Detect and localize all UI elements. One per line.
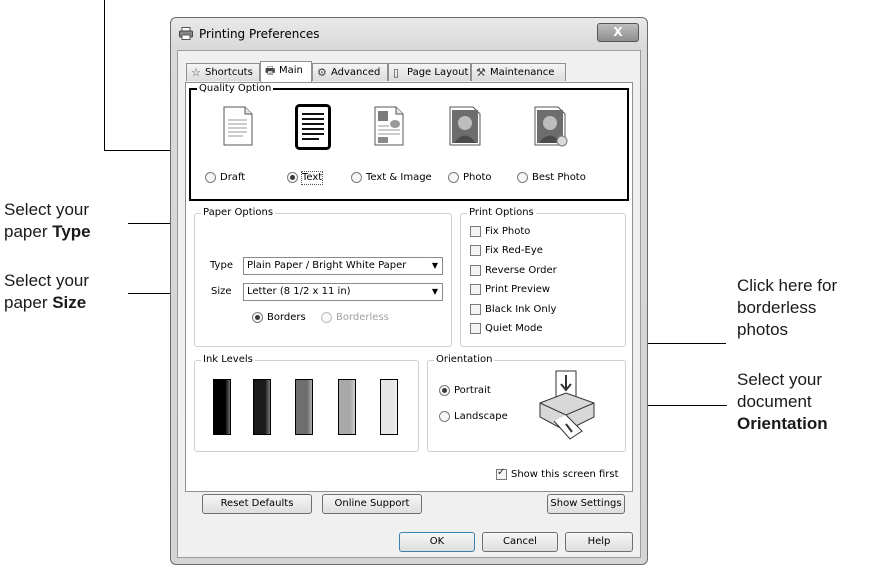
print-options-group: Print Options Fix Photo Fix Red-Eye Reve… <box>460 207 626 347</box>
ok-button[interactable]: OK <box>399 532 475 552</box>
text-image-quality-icon[interactable] <box>374 106 404 146</box>
type-label: Type <box>210 260 233 271</box>
print-options-legend: Print Options <box>467 207 536 219</box>
printer-icon: 🖶 <box>265 64 276 77</box>
gear-icon: ⚙ <box>317 66 327 79</box>
orientation-legend: Orientation <box>434 354 495 366</box>
callout-paper-type: Select your paper Type <box>4 200 91 241</box>
photo-radio[interactable] <box>448 172 459 183</box>
ink-cartridge-lightest <box>380 379 398 435</box>
portrait-label: Portrait <box>454 385 491 396</box>
window-title: Printing Preferences <box>199 27 320 41</box>
show-settings-button[interactable]: Show Settings <box>547 494 625 514</box>
size-label: Size <box>211 286 232 297</box>
borders-radio[interactable] <box>252 312 263 323</box>
printer-icon <box>179 27 193 40</box>
star-icon: ☆ <box>191 66 201 79</box>
tab-advanced[interactable]: ⚙ Advanced <box>312 63 388 81</box>
print-preview-label: Print Preview <box>485 284 551 295</box>
paper-type-select[interactable]: Plain Paper / Bright White Paper ▼ <box>243 257 443 275</box>
black-ink-only-label: Black Ink Only <box>485 304 557 315</box>
quality-option-legend: Quality Option <box>197 83 274 95</box>
borderless-label: Borderless <box>336 312 389 323</box>
best-photo-radio[interactable] <box>517 172 528 183</box>
paper-size-select[interactable]: Letter (8 1/2 x 11 in) ▼ <box>243 283 443 301</box>
ink-cartridge-dark <box>253 379 271 435</box>
ink-cartridge-gray <box>295 379 313 435</box>
tab-page-layout[interactable]: ▯ Page Layout <box>388 63 471 81</box>
tab-main[interactable]: 🖶 Main <box>260 61 312 82</box>
print-preview-checkbox[interactable] <box>470 284 481 295</box>
ink-levels-legend: Ink Levels <box>201 354 255 366</box>
help-button[interactable]: Help <box>565 532 633 552</box>
dialog-client: ☆ Shortcuts 🖶 Main ⚙ Advanced ▯ Page Layout … <box>177 50 641 558</box>
callout-borderless: Click here for borderless photos <box>737 276 838 339</box>
cancel-button[interactable]: Cancel <box>482 532 558 552</box>
tab-shortcuts[interactable]: ☆ Shortcuts <box>186 63 260 81</box>
show-screen-first-label: Show this screen first <box>511 469 619 480</box>
black-ink-only-checkbox[interactable] <box>470 304 481 315</box>
reset-defaults-button[interactable]: Reset Defaults <box>202 494 312 514</box>
borders-label: Borders <box>267 312 306 323</box>
chevron-down-icon: ▼ <box>431 287 438 296</box>
title-bar[interactable]: Printing Preferences X <box>171 18 647 48</box>
wrench-icon: ⚒ <box>476 66 486 79</box>
fix-red-eye-label: Fix Red-Eye <box>485 245 543 256</box>
fix-photo-label: Fix Photo <box>485 226 531 237</box>
paper-options-legend: Paper Options <box>201 207 276 219</box>
callout-paper-size: Select your paper Size <box>4 271 90 312</box>
callout-orientation: Select your document Orientation <box>737 370 828 433</box>
landscape-radio[interactable] <box>439 411 450 422</box>
show-screen-first-checkbox[interactable] <box>496 467 507 480</box>
close-button[interactable]: X <box>597 23 639 42</box>
online-support-button[interactable]: Online Support <box>322 494 422 514</box>
quiet-mode-label: Quiet Mode <box>485 323 543 334</box>
page-icon: ▯ <box>393 66 400 79</box>
text-label: Text <box>300 171 324 185</box>
best-photo-label: Best Photo <box>532 172 586 183</box>
draft-quality-icon[interactable] <box>223 106 253 146</box>
text-image-label: Text & Image <box>366 172 432 183</box>
reverse-order-checkbox[interactable] <box>470 265 481 276</box>
printing-preferences-window: Printing Preferences X ☆ Shortcuts 🖶 Main … <box>170 17 648 565</box>
quality-option-group: Quality Option Draft Text Text & Image P… <box>189 83 629 201</box>
photo-quality-icon[interactable] <box>449 106 481 146</box>
text-radio[interactable] <box>287 172 298 183</box>
fix-red-eye-checkbox[interactable] <box>470 245 481 256</box>
chevron-down-icon: ▼ <box>431 261 438 270</box>
leader-line-quality <box>104 0 105 151</box>
paper-options-group: Paper Options Type Plain Paper / Bright … <box>194 207 452 347</box>
text-image-radio[interactable] <box>351 172 362 183</box>
reverse-order-label: Reverse Order <box>485 265 557 276</box>
printer-orientation-icon <box>539 370 595 440</box>
borderless-radio[interactable] <box>321 312 332 323</box>
main-tab-panel: Quality Option Draft Text Text & Image P… <box>185 82 633 492</box>
photo-label: Photo <box>463 172 492 183</box>
text-quality-icon[interactable] <box>295 104 331 150</box>
quiet-mode-checkbox[interactable] <box>470 323 481 334</box>
tab-maintenance[interactable]: ⚒ Maintenance <box>471 63 566 81</box>
ink-cartridge-black <box>213 379 231 435</box>
ink-cartridge-light-gray <box>338 379 356 435</box>
fix-photo-checkbox[interactable] <box>470 226 481 237</box>
orientation-group: Orientation Portrait Landscape <box>427 354 626 452</box>
landscape-label: Landscape <box>454 411 508 422</box>
ink-levels-group: Ink Levels <box>194 354 419 452</box>
portrait-radio[interactable] <box>439 385 450 396</box>
draft-radio[interactable] <box>205 172 216 183</box>
draft-label: Draft <box>220 172 246 183</box>
best-photo-quality-icon[interactable] <box>534 106 568 148</box>
